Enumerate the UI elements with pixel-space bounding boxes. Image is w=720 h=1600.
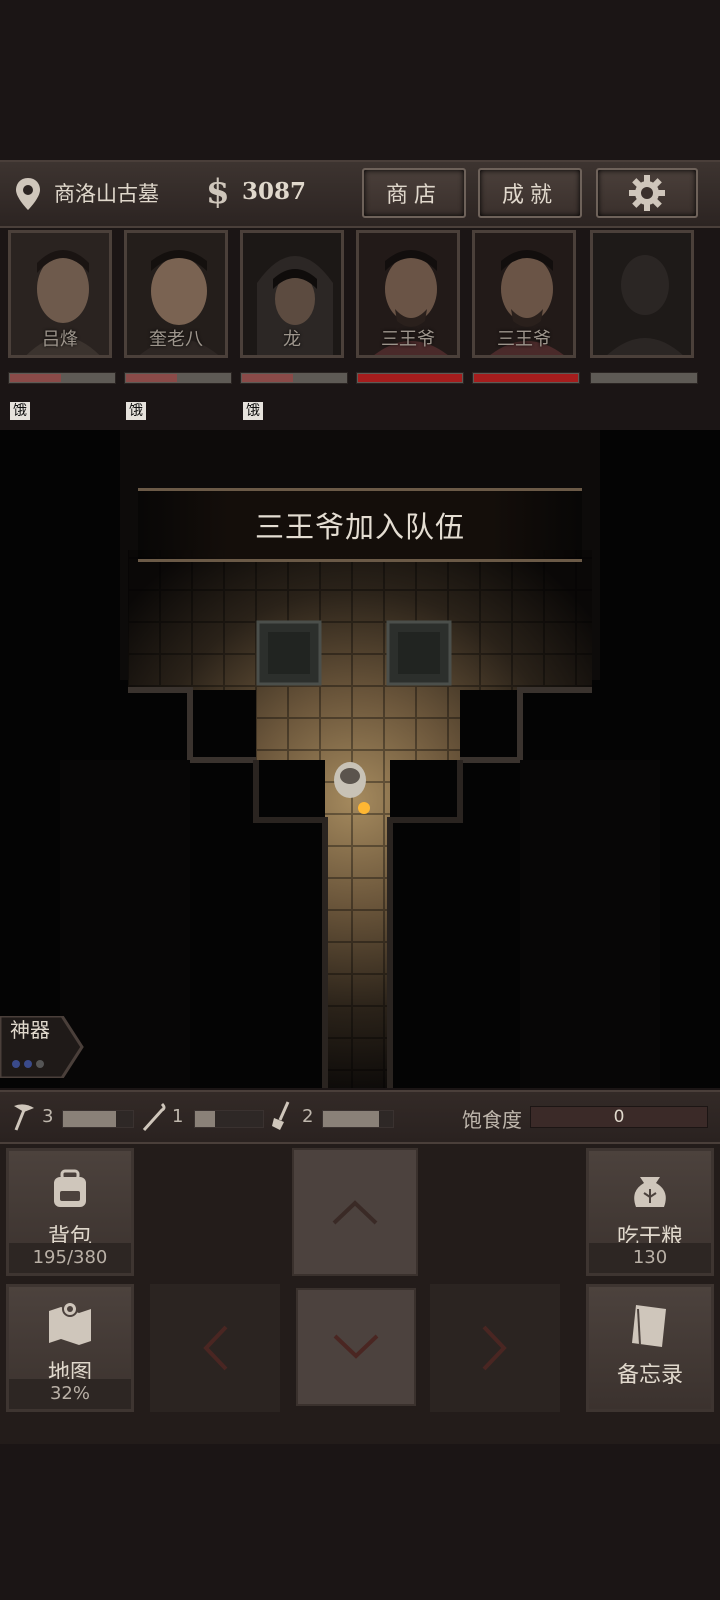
settings-button[interactable]	[596, 168, 698, 218]
hunger-status-badge: 饿	[243, 402, 263, 420]
memo-button[interactable]: 备忘录	[586, 1284, 714, 1412]
move-right-button[interactable]	[430, 1284, 560, 1412]
crowbar-durability-bar	[194, 1110, 264, 1128]
chevron-left-icon	[203, 1325, 228, 1371]
shovel-durability-bar	[322, 1110, 394, 1128]
silhouette-icon	[593, 233, 691, 355]
pickaxe-count: 3	[42, 1106, 54, 1127]
shovel-icon	[272, 1101, 290, 1130]
party-member-1[interactable]: 吕烽	[8, 230, 112, 358]
satiety-value: 0	[613, 1107, 625, 1127]
map-explored-percent: 32%	[9, 1379, 131, 1409]
shop-button[interactable]: 商店	[362, 168, 466, 218]
location-name: 商洛山古墓	[54, 182, 159, 206]
pickaxe-durability-bar	[62, 1110, 134, 1128]
party-member-3[interactable]: 龙	[240, 230, 344, 358]
bottom-padding	[0, 1444, 720, 1600]
health-bar-fill	[242, 374, 293, 382]
durability-fill	[323, 1111, 379, 1127]
health-bar	[590, 372, 698, 384]
move-down-button[interactable]	[296, 1288, 416, 1406]
move-left-button[interactable]	[150, 1284, 280, 1412]
chevron-up-icon	[332, 1200, 378, 1225]
party-member-name: 奎老八	[149, 329, 203, 350]
party-member-name: 龙	[283, 329, 301, 350]
location-pin-icon	[16, 178, 40, 210]
map-button[interactable]: 地图 32%	[6, 1284, 134, 1412]
durability-fill	[195, 1111, 216, 1127]
shovel-count: 2	[302, 1106, 314, 1127]
map-icon	[49, 1301, 91, 1345]
health-bar	[124, 372, 232, 384]
health-bar-fill	[10, 374, 61, 382]
top-bar: 商洛山古墓 $ 3087 商店 成就	[0, 160, 720, 228]
grain-sack-icon	[634, 1177, 666, 1207]
backpack-capacity: 195/380	[9, 1243, 131, 1273]
money-amount: 3087	[242, 178, 307, 205]
chevron-right-icon	[482, 1325, 507, 1371]
health-bar	[356, 372, 464, 384]
hunger-status-badge: 饿	[10, 402, 30, 420]
notebook-icon	[632, 1305, 666, 1347]
achievements-button[interactable]: 成就	[478, 168, 582, 218]
memo-label: 备忘录	[616, 1363, 683, 1388]
satiety-label: 饱食度	[462, 1108, 522, 1132]
hunger-status-badge: 饿	[126, 402, 146, 420]
backpack-icon	[54, 1169, 86, 1207]
gear-icon	[629, 175, 665, 211]
crowbar-count: 1	[172, 1106, 184, 1127]
health-bar	[8, 372, 116, 384]
backpack-button[interactable]: 背包 195/380	[6, 1148, 134, 1276]
event-message-banner: 三王爷加入队伍	[138, 488, 582, 562]
eat-rations-button[interactable]: 吃干粮 130	[586, 1148, 714, 1276]
party-member-name: 三王爷	[381, 329, 435, 350]
controls-area: 背包 195/380 吃干粮 130 地图 32% 备忘录	[0, 1144, 720, 1444]
health-bar-fill	[126, 374, 177, 382]
party-member-2[interactable]: 奎老八	[124, 230, 228, 358]
party-member-name: 三王爷	[497, 329, 551, 350]
party-member-6-empty[interactable]	[590, 230, 694, 358]
health-bar	[240, 372, 348, 384]
crowbar-icon	[142, 1102, 166, 1132]
party-member-name: 吕烽	[42, 329, 78, 350]
pickaxe-icon	[14, 1104, 34, 1131]
rations-count: 130	[589, 1243, 711, 1273]
money-icon: $	[206, 172, 230, 212]
health-bar	[472, 372, 580, 384]
health-bar-fill	[358, 374, 462, 382]
party-member-5[interactable]: 三王爷	[472, 230, 576, 358]
move-up-button[interactable]	[292, 1148, 418, 1276]
status-bar: 3 1 2 饱食度 0	[0, 1090, 720, 1144]
health-bar-fill	[474, 374, 578, 382]
chevron-down-icon	[333, 1334, 379, 1359]
durability-fill	[63, 1111, 116, 1127]
party-member-4[interactable]: 三王爷	[356, 230, 460, 358]
artifact-label: 神器	[10, 1018, 50, 1042]
